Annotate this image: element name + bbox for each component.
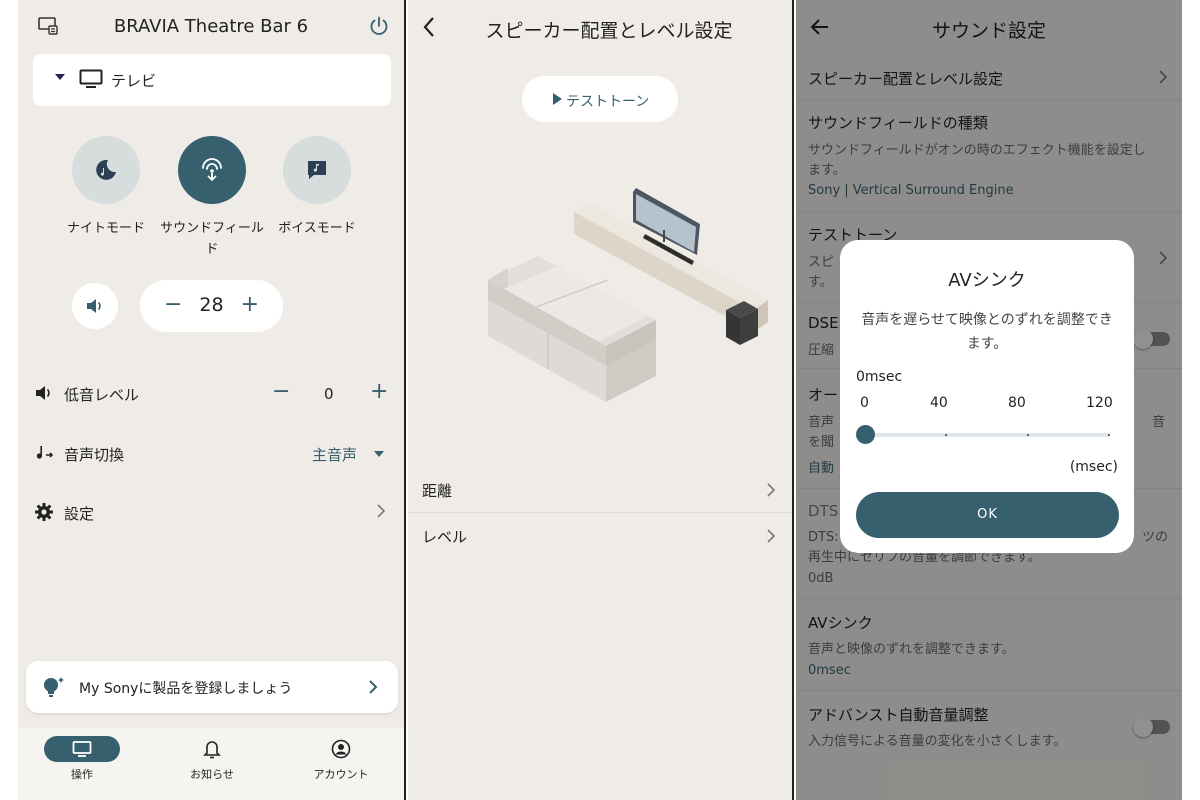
- voice-mode-label: ボイスモード: [278, 221, 356, 236]
- bass-up-button[interactable]: +: [370, 379, 388, 404]
- dialog-current-value: 0msec: [856, 369, 903, 385]
- audio-switch-label: 音声切換: [64, 446, 125, 464]
- tick-label: 120: [1086, 395, 1113, 411]
- nav-control-label: 操作: [71, 768, 93, 781]
- nav-control[interactable]: 操作: [27, 736, 137, 782]
- nav-notifications-label: お知らせ: [190, 768, 234, 781]
- remote-control-panel: BRAVIA Theatre Bar 6 テレビ ナイトモード サウンドフィール…: [18, 0, 404, 800]
- tv-icon: [79, 69, 103, 93]
- panel2-header: スピーカー配置とレベル設定: [408, 0, 792, 56]
- power-icon[interactable]: [368, 15, 390, 41]
- distance-label: 距離: [422, 482, 453, 500]
- level-row[interactable]: レベル: [408, 513, 792, 559]
- nav-notifications[interactable]: お知らせ: [157, 736, 267, 782]
- night-mode-button[interactable]: ナイトモード: [51, 136, 161, 239]
- settings-label: 設定: [64, 505, 95, 523]
- night-mode-label: ナイトモード: [66, 221, 145, 236]
- panel-divider: [404, 0, 406, 800]
- room-illustration: [488, 188, 768, 402]
- ok-button[interactable]: OK: [856, 492, 1119, 538]
- audio-switch-value: 主音声: [312, 446, 358, 464]
- register-banner[interactable]: My Sonyに製品を登録しましょう: [26, 661, 398, 713]
- avsync-dialog: AVシンク 音声を遅らせて映像とのずれを調整できます。 0msec 0 40 8…: [840, 240, 1134, 553]
- slider-track[interactable]: [864, 433, 1110, 437]
- music-note-icon: [34, 443, 54, 467]
- slider-thumb[interactable]: [856, 425, 875, 444]
- speaker-placement-panel: スピーカー配置とレベル設定 テストトーン 距離 レベル: [408, 0, 792, 800]
- bottom-navigation: 操作 お知らせ アカウント: [18, 728, 404, 800]
- level-label: レベル: [422, 528, 468, 546]
- gear-icon: [34, 502, 54, 526]
- play-icon: [553, 93, 562, 105]
- speaker-icon: [34, 383, 54, 407]
- sound-settings-panel: サウンド設定 スピーカー配置とレベル設定 サウンドフィールドの種類 サウンドフィ…: [796, 0, 1182, 800]
- panel1-header: BRAVIA Theatre Bar 6: [18, 0, 404, 52]
- caret-down-icon: [55, 74, 65, 80]
- moon-icon: [96, 159, 116, 180]
- volume-up-button[interactable]: +: [241, 292, 259, 317]
- test-tone-button[interactable]: テストトーン: [522, 76, 678, 122]
- voice-mode-button[interactable]: ボイスモード: [262, 136, 372, 239]
- chevron-right-icon: [766, 482, 776, 502]
- tick-label: 40: [930, 395, 948, 411]
- dialog-unit: (msec): [1069, 459, 1118, 475]
- bass-level-value: 0: [324, 385, 334, 403]
- test-tone-label: テストトーン: [566, 94, 650, 110]
- volume-value: 28: [199, 294, 224, 316]
- input-selector[interactable]: テレビ: [33, 54, 391, 106]
- dialog-title: AVシンク: [948, 270, 1026, 291]
- nav-account[interactable]: アカウント: [286, 736, 396, 782]
- chevron-right-icon: [368, 679, 378, 699]
- input-label: テレビ: [111, 72, 157, 90]
- slider-tick: [1108, 434, 1110, 436]
- audio-switch-row[interactable]: 音声切換 主音声: [18, 439, 404, 469]
- nav-account-label: アカウント: [313, 768, 369, 781]
- slider-tick: [1027, 434, 1029, 436]
- volume-control: − 28 +: [140, 280, 283, 332]
- tv-icon: [72, 741, 92, 757]
- bass-down-button[interactable]: −: [272, 379, 290, 404]
- panel-divider: [792, 0, 794, 800]
- sound-field-icon: [202, 158, 222, 182]
- sound-field-button[interactable]: サウンドフィールド: [157, 136, 267, 260]
- register-text: My Sonyに製品を登録しましょう: [79, 681, 293, 697]
- voice-icon: [308, 161, 326, 179]
- mute-button[interactable]: [72, 283, 118, 329]
- speaker-icon: [87, 299, 101, 313]
- bass-level-label: 低音レベル: [64, 386, 140, 404]
- bass-level-row: 低音レベル − 0 +: [18, 379, 404, 409]
- account-icon: [331, 739, 351, 759]
- caret-down-icon: [374, 451, 384, 457]
- bell-icon: [203, 741, 221, 759]
- dialog-message: 音声を遅らせて映像とのずれを調整できます。: [861, 312, 1113, 352]
- chevron-right-icon: [766, 528, 776, 548]
- distance-row[interactable]: 距離: [408, 467, 792, 513]
- lightbulb-icon: [40, 674, 66, 704]
- sound-field-label: サウンドフィールド: [160, 221, 264, 257]
- tick-label: 80: [1008, 395, 1026, 411]
- page-title: スピーカー配置とレベル設定: [485, 20, 733, 42]
- device-title: BRAVIA Theatre Bar 6: [113, 16, 309, 37]
- slider-tick: [945, 434, 947, 436]
- tick-label: 0: [860, 395, 869, 411]
- settings-row[interactable]: 設定: [18, 498, 404, 528]
- chevron-right-icon: [376, 503, 386, 523]
